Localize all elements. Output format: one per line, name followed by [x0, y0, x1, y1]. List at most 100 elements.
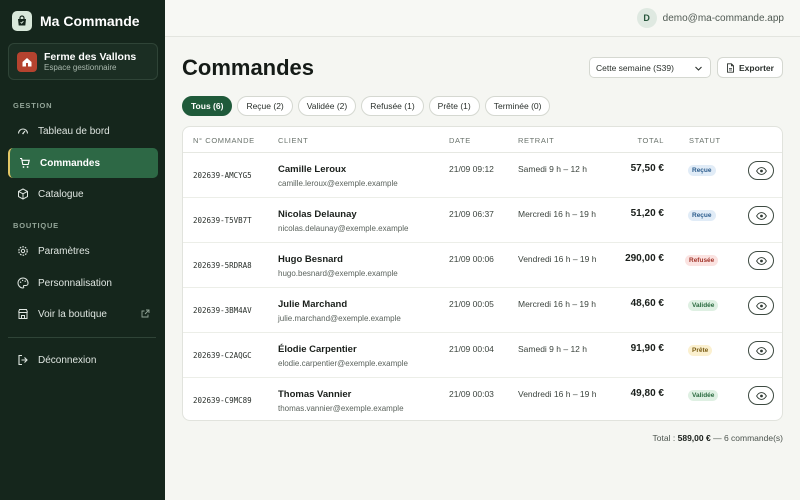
header-pickup: RETRAIT [518, 136, 555, 145]
table-row[interactable]: 202639-C9MC89 Thomas Vannier thomas.vannie… [183, 378, 782, 420]
week-select-value: Cette semaine (S39) [596, 62, 674, 73]
pickup-slot: Vendredi 16 h – 19 h [518, 389, 597, 399]
view-order-button[interactable] [748, 251, 774, 270]
order-total: 51,20 € [630, 208, 664, 219]
status-badge: Refusée [685, 255, 719, 266]
view-order-button[interactable] [748, 296, 774, 315]
header-status: STATUT [689, 136, 721, 145]
pickup-slot: Mercredi 16 h – 19 h [518, 299, 596, 309]
shop-name: Ferme des Vallons [44, 50, 137, 63]
logout-icon [18, 354, 28, 366]
dashboard-icon [17, 128, 29, 135]
view-order-button[interactable] [748, 341, 774, 360]
filter-validee[interactable]: Validée (2) [297, 96, 357, 116]
brand[interactable]: Ma Commande [12, 10, 140, 32]
sidebar-item-label: Personnalisation [38, 277, 112, 289]
sidebar-item-personalisation[interactable]: Personnalisation [8, 268, 158, 298]
order-date: 21/09 09:12 [449, 164, 494, 174]
client-name: Nicolas Delaunay [278, 209, 357, 220]
pickup-slot: Mercredi 16 h – 19 h [518, 209, 596, 219]
top-bar: D demo@ma-commande.app [165, 0, 800, 37]
store-icon [18, 309, 28, 319]
sidebar-item-label: Catalogue [38, 188, 84, 200]
status-badge: Validée [688, 300, 719, 311]
order-date: 21/09 06:37 [449, 209, 494, 219]
eye-icon [755, 256, 767, 265]
sidebar-item-settings[interactable]: Paramètres [8, 236, 158, 266]
status-filters: Tous (6) Reçue (2) Validée (2) Refusée (… [182, 96, 551, 116]
brand-name: Ma Commande [40, 13, 140, 29]
pickup-slot: Samedi 9 h – 12 h [518, 164, 587, 174]
sidebar-item-label: Commandes [40, 157, 101, 169]
orders-table: N° COMMANDE CLIENT DATE RETRAIT TOTAL ST… [182, 126, 783, 421]
filter-prete[interactable]: Prête (1) [428, 96, 480, 116]
client-email: camille.leroux@exemple.example [278, 179, 398, 188]
table-row[interactable]: 202639-T5VB7T Nicolas Delaunay nicolas.del… [183, 198, 782, 243]
order-number: 202639-AMCYG5 [193, 171, 252, 180]
filter-refusee[interactable]: Refusée (1) [361, 96, 424, 116]
client-email: nicolas.delaunay@exemple.example [278, 224, 409, 233]
view-order-button[interactable] [748, 206, 774, 225]
status-badge: Reçue [688, 210, 716, 221]
client-email: hugo.besnard@exemple.example [278, 269, 398, 278]
sidebar-item-catalogue[interactable]: Catalogue [8, 179, 158, 209]
order-total: 91,90 € [630, 343, 664, 354]
order-total: 57,50 € [630, 163, 664, 174]
filter-recue[interactable]: Reçue (2) [237, 96, 293, 116]
section-title-gestion: GESTION [13, 101, 53, 110]
header-client: CLIENT [278, 136, 309, 145]
client-name: Camille Leroux [278, 164, 347, 175]
shop-switcher[interactable]: Ferme des Vallons Espace gestionnaire [8, 43, 158, 80]
order-date: 21/09 00:03 [449, 389, 494, 399]
eye-icon [755, 391, 767, 400]
status-badge: Prête [688, 345, 713, 356]
file-icon [727, 62, 734, 73]
page-title: Commandes [182, 55, 315, 80]
view-order-button[interactable] [748, 161, 774, 180]
header-date: DATE [449, 136, 471, 145]
sidebar-item-dashboard[interactable]: Tableau de bord [8, 116, 158, 146]
filter-all[interactable]: Tous (6) [182, 96, 233, 116]
week-select[interactable]: Cette semaine (S39) [589, 57, 711, 78]
client-email: julie.marchand@exemple.example [278, 314, 401, 323]
export-label: Exporter [739, 62, 774, 73]
farm-house-icon [17, 51, 37, 72]
palette-icon [17, 277, 29, 289]
section-title-boutique: BOUTIQUE [13, 221, 59, 230]
table-row[interactable]: 202639-5RDRA8 Hugo Besnard hugo.besnard@ex… [183, 243, 782, 288]
export-button[interactable]: Exporter [717, 57, 783, 78]
filter-terminee[interactable]: Terminée (0) [484, 96, 551, 116]
sidebar-item-label: Voir la boutique [38, 308, 107, 320]
status-badge: Reçue [688, 165, 716, 176]
sidebar-divider [8, 337, 156, 338]
order-total: 290,00 € [625, 253, 664, 264]
sidebar-item-logout[interactable]: Déconnexion [8, 345, 158, 375]
shop-subtitle: Espace gestionnaire [44, 62, 117, 72]
order-number: 202639-C9MC89 [193, 396, 252, 405]
client-name: Élodie Carpentier [278, 344, 357, 355]
avatar: D [636, 8, 657, 28]
view-order-button[interactable] [748, 386, 774, 405]
pickup-slot: Vendredi 16 h – 19 h [518, 254, 597, 264]
client-name: Thomas Vannier [278, 389, 352, 400]
eye-icon [755, 166, 767, 175]
client-name: Hugo Besnard [278, 254, 343, 265]
sidebar-item-label: Déconnexion [38, 354, 97, 366]
sidebar-item-orders[interactable]: Commandes [8, 148, 158, 178]
order-total: 48,60 € [630, 298, 664, 309]
eye-icon [755, 346, 767, 355]
table-row[interactable]: 202639-3BM4AV Julie Marchand julie.marchan… [183, 288, 782, 333]
client-name: Julie Marchand [278, 299, 348, 310]
order-number: 202639-5RDRA8 [193, 261, 252, 270]
table-row[interactable]: 202639-AMCYG5 Camille Leroux camille.lerou… [183, 153, 782, 198]
sidebar-item-label: Paramètres [38, 245, 90, 257]
user-menu[interactable]: D demo@ma-commande.app [636, 8, 784, 28]
status-badge: Validée [688, 390, 719, 401]
sidebar-item-view-shop[interactable]: Voir la boutique [8, 299, 158, 329]
client-email: elodie.carpentier@exemple.example [278, 359, 408, 368]
total-count: — 6 commande(s) [713, 433, 783, 443]
table-row[interactable]: 202639-C2AQGC Élodie Carpentier elodie.car… [183, 333, 782, 378]
total-amount: 589,00 € [677, 433, 711, 443]
eye-icon [755, 301, 767, 310]
eye-icon [755, 211, 767, 220]
